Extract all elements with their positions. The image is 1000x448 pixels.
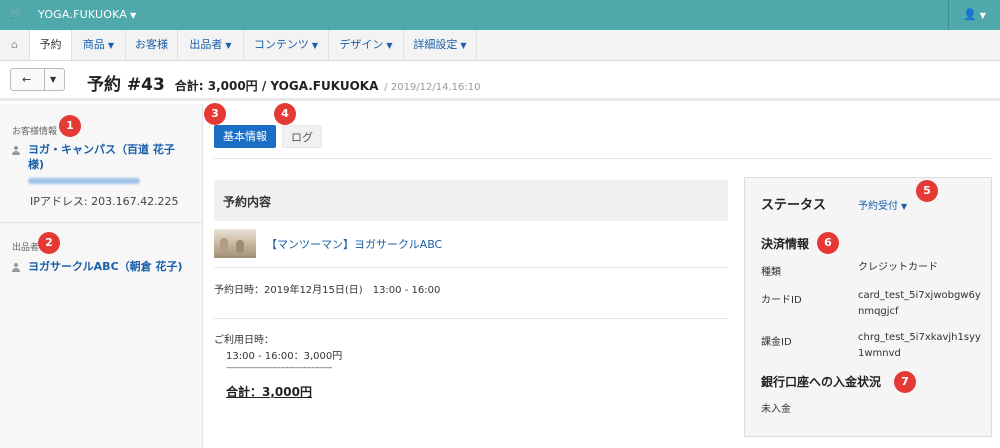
tabs-divider xyxy=(214,158,992,159)
chevron-down-icon: ▼ xyxy=(386,41,393,50)
tab-log[interactable]: ログ xyxy=(282,125,322,148)
top-bar: 🛒 YOGA.FUKUOKA ▼ 👤 ▼ xyxy=(0,0,1000,30)
page-title: 予約 #43 合計: 3,000円 / YOGA.FUKUOKA / 2019/… xyxy=(87,70,480,95)
order-total: 合計：3,000円 xyxy=(226,385,312,399)
dash-separator: ----------------------------------------… xyxy=(226,363,333,372)
seller-label: 出品者 xyxy=(12,243,40,253)
chevron-down-icon: ▼ xyxy=(107,41,115,50)
payment-kind-label: 種類 xyxy=(761,267,781,278)
back-button-group: ← ▼ xyxy=(10,68,65,91)
nav-label: 詳細設定 xyxy=(413,38,458,51)
divider xyxy=(214,267,728,268)
status-title: ステータス xyxy=(761,198,827,213)
annotation-badge: 7 xyxy=(894,371,916,393)
cart-icon[interactable]: 🛒 xyxy=(10,8,22,19)
chevron-down-icon: ▼ xyxy=(460,41,467,50)
nav-contents[interactable]: コンテンツ ▼ xyxy=(244,30,329,60)
status-panel: ステータス 予約受付 ▼ 決済情報 種類 クレジットカード カードID card_… xyxy=(744,177,992,437)
charge-id-line: chrg_test_5i7xkavjh1syy xyxy=(858,332,981,343)
annotation-badge: 6 xyxy=(817,232,839,254)
nav-sellers[interactable]: 出品者 ▼ xyxy=(178,30,244,60)
status-dropdown-label: 予約受付 xyxy=(858,201,898,212)
user-icon xyxy=(12,146,20,155)
section-title: 予約内容 xyxy=(223,195,272,209)
bank-deposit-status: 未入金 xyxy=(761,404,791,415)
chevron-down-icon: ▼ xyxy=(225,41,232,50)
sidebar-divider xyxy=(0,222,202,223)
main-nav: ⌂ 予約 商品 ▼ お客様 出品者 ▼ コンテンツ ▼ デザイン ▼ 詳細設定 ▼ xyxy=(0,30,1000,61)
back-arrow-icon[interactable]: ← xyxy=(22,73,31,86)
user-menu[interactable]: 👤 ▼ xyxy=(948,0,1000,30)
nav-design[interactable]: デザイン ▼ xyxy=(329,30,404,60)
annotation-badge: 4 xyxy=(274,103,296,125)
bank-deposit-title: 銀行口座への入金状況 xyxy=(761,375,882,389)
customer-name-line: ヨガ・キャンパス（百道 花子 xyxy=(28,143,175,156)
charge-id-label: 課金ID xyxy=(761,337,792,348)
annotation-badge: 5 xyxy=(916,180,938,202)
usage-line: 13:00 - 16:00：3,000円 xyxy=(226,351,343,362)
user-icon xyxy=(12,263,20,272)
annotation-badge: 1 xyxy=(59,115,81,137)
divider xyxy=(44,69,45,90)
payment-info-title: 決済情報 xyxy=(761,237,810,251)
customer-ip: IPアドレス: 203.167.42.225 xyxy=(30,195,179,208)
customer-name-link[interactable]: ヨガ・キャンパス（百道 花子 様) xyxy=(28,142,175,172)
annotation-badge: 3 xyxy=(204,103,226,125)
customer-name-line: 様) xyxy=(28,158,45,171)
reservation-datetime: 予約日時：2019年12月15日(日) 13:00 - 16:00 xyxy=(214,285,441,296)
tab-basic-info[interactable]: 基本情報 xyxy=(214,125,276,148)
product-thumbnail xyxy=(214,229,256,258)
nav-products[interactable]: 商品 ▼ xyxy=(72,30,126,60)
status-dropdown[interactable]: 予約受付 ▼ xyxy=(858,197,907,212)
annotation-badge: 2 xyxy=(38,232,60,254)
nav-label: 予約 xyxy=(39,38,62,51)
user-icon: 👤 xyxy=(963,8,977,21)
nav-label: 出品者 xyxy=(189,38,223,51)
section-header: 予約内容 xyxy=(214,180,728,221)
card-id-line: card_test_5i7xjwobgw6y xyxy=(858,290,981,301)
order-summary: 合計: 3,000円 / YOGA.FUKUOKA xyxy=(174,79,379,93)
customer-info-label: お客様情報 xyxy=(12,127,58,137)
chevron-down-icon: ▼ xyxy=(130,11,137,20)
usage-label: ご利用日時： xyxy=(214,335,274,346)
nav-customers[interactable]: お客様 xyxy=(126,30,178,60)
card-id-value: card_test_5i7xjwobgw6ynmqgjcf xyxy=(858,288,986,320)
nav-label: コンテンツ xyxy=(253,38,309,51)
order-datetime: / 2019/12/14,16:10 xyxy=(384,82,481,93)
chevron-down-icon: ▼ xyxy=(901,202,908,211)
chevron-down-icon: ▼ xyxy=(311,41,319,50)
nav-label: 商品 xyxy=(82,38,105,51)
nav-label: デザイン xyxy=(339,38,384,51)
reservation-number: 予約 #43 xyxy=(87,75,165,95)
chevron-down-icon[interactable]: ▼ xyxy=(50,75,56,84)
card-id-label: カードID xyxy=(761,295,802,306)
nav-reservations[interactable]: 予約 xyxy=(30,30,72,60)
product-link[interactable]: 【マンツーマン】ヨガサークルABC xyxy=(266,236,442,252)
card-id-line: nmqgjcf xyxy=(858,306,899,317)
chevron-down-icon: ▼ xyxy=(979,11,986,20)
payment-kind-value: クレジットカード xyxy=(858,262,938,273)
divider xyxy=(214,318,728,319)
store-switcher[interactable]: YOGA.FUKUOKA ▼ xyxy=(38,8,136,21)
charge-id-line: 1wmnvd xyxy=(858,348,901,359)
home-icon[interactable]: ⌂ xyxy=(0,30,30,60)
customer-email-blurred xyxy=(28,178,140,184)
charge-id-value: chrg_test_5i7xkavjh1syy 1wmnvd xyxy=(858,330,986,362)
store-name: YOGA.FUKUOKA xyxy=(38,8,128,21)
nav-label: お客様 xyxy=(135,38,168,51)
nav-advanced-settings[interactable]: 詳細設定 ▼ xyxy=(404,30,477,60)
page-header: ← ▼ 予約 #43 合計: 3,000円 / YOGA.FUKUOKA / 2… xyxy=(0,61,1000,101)
seller-name-link[interactable]: ヨガサークルABC（朝倉 花子) xyxy=(28,259,183,274)
